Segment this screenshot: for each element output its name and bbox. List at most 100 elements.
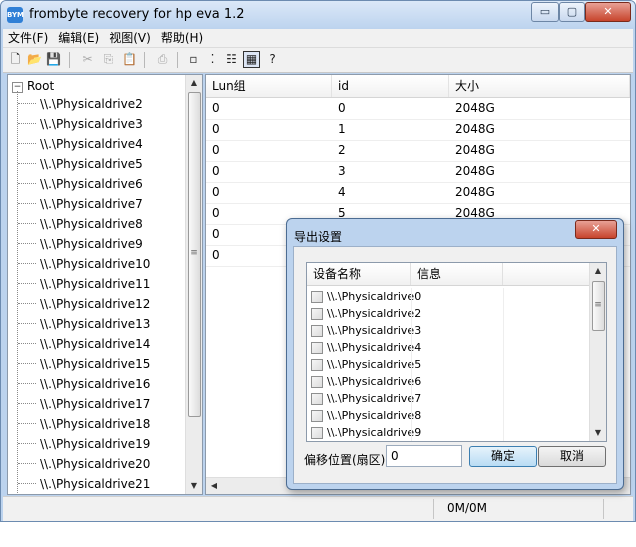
scroll-down-arrow-icon[interactable]: ▼ <box>186 478 202 494</box>
app-icon: BYM <box>7 7 24 23</box>
tree-item[interactable]: \\.\Physicaldrive20 <box>18 455 150 473</box>
menu-view[interactable]: 视图(V) <box>104 29 156 46</box>
list-item[interactable]: \\.\Physicaldrive5 <box>307 356 590 373</box>
large-icons-icon[interactable]: ▫ <box>185 51 202 68</box>
tree-item[interactable]: \\.\Physicaldrive2 <box>18 95 143 113</box>
column-header-device-name[interactable]: 设备名称 <box>307 263 411 285</box>
table-row[interactable]: 0 4 2048G <box>206 182 630 204</box>
tree-item[interactable]: \\.\Physicaldrive13 <box>18 315 150 333</box>
ok-button[interactable]: 确定 <box>469 446 537 467</box>
device-checkbox[interactable] <box>311 291 323 303</box>
list-item[interactable]: \\.\Physicaldrive0 <box>307 288 590 305</box>
offset-input[interactable] <box>386 445 462 467</box>
scroll-down-arrow-icon[interactable]: ▼ <box>590 425 606 441</box>
tree-item[interactable]: \\.\Physicaldrive10 <box>18 255 150 273</box>
new-file-icon[interactable]: 🗋 <box>7 51 24 68</box>
dialog-close-button[interactable]: ✕ <box>575 220 617 239</box>
tree-item[interactable]: \\.\Physicaldrive17 <box>18 395 150 413</box>
device-checkbox[interactable] <box>311 427 323 439</box>
cut-icon[interactable]: ✂ <box>79 51 96 68</box>
device-checkbox[interactable] <box>311 376 323 388</box>
list-item[interactable]: \\.\Physicaldrive6 <box>307 373 590 390</box>
column-header-id[interactable]: id <box>332 75 449 97</box>
toolbar-separator <box>144 52 145 68</box>
tree-item[interactable]: \\.\Physicaldrive11 <box>18 275 150 293</box>
cancel-button[interactable]: 取消 <box>538 446 606 467</box>
tree-item[interactable]: \\.\Physicaldrive16 <box>18 375 150 393</box>
list-item[interactable]: \\.\Physicaldrive7 <box>307 390 590 407</box>
tree-item[interactable]: \\.\Physicaldrive9 <box>18 235 143 253</box>
tree-item[interactable]: \\.\Physicaldrive12 <box>18 295 150 313</box>
tree-item[interactable]: \\.\Physicaldrive3 <box>18 115 143 133</box>
tree-branch-line <box>18 223 36 224</box>
tree-item[interactable]: \\.\Physicaldrive21 <box>18 475 150 493</box>
details-view-icon[interactable]: ▦ <box>243 51 260 68</box>
device-tree[interactable]: − Root \\.\Physicaldrive2 \\.\Physicaldriv… <box>7 74 203 495</box>
close-button[interactable]: ✕ <box>585 2 631 22</box>
device-checkbox[interactable] <box>311 308 323 320</box>
device-checkbox[interactable] <box>311 393 323 405</box>
list-item[interactable]: \\.\Physicaldrive3 <box>307 322 590 339</box>
open-folder-icon[interactable]: 📂 <box>26 51 43 68</box>
tree-item[interactable]: \\.\Physicaldrive8 <box>18 215 143 233</box>
device-checklist[interactable]: 设备名称 信息 \\.\Physicaldrive0 \\.\Physicaldr… <box>306 262 607 442</box>
menu-edit[interactable]: 编辑(E) <box>53 29 104 46</box>
table-row[interactable]: 0 0 2048G <box>206 98 630 120</box>
device-checkbox[interactable] <box>311 342 323 354</box>
scroll-up-arrow-icon[interactable]: ▲ <box>186 75 202 91</box>
tree-vertical-scrollbar[interactable]: ▲ ≡ ▼ <box>185 75 202 494</box>
print-icon[interactable]: ⎙ <box>154 51 171 68</box>
tree-item-label: \\.\Physicaldrive21 <box>40 477 151 491</box>
column-divider <box>503 339 504 356</box>
table-row[interactable]: 0 2 2048G <box>206 140 630 162</box>
menu-help[interactable]: 帮助(H) <box>156 29 208 46</box>
copy-icon[interactable]: ⎘ <box>100 51 117 68</box>
column-header-size[interactable]: 大小 <box>449 75 630 97</box>
list-item[interactable]: \\.\Physicaldrive2 <box>307 305 590 322</box>
tree-branch-line <box>18 123 36 124</box>
paste-icon[interactable]: 📋 <box>121 51 138 68</box>
column-header-info[interactable]: 信息 <box>411 263 503 285</box>
tree-item[interactable]: \\.\Physicaldrive15 <box>18 355 150 373</box>
checklist-header: 设备名称 信息 <box>307 263 590 286</box>
list-item[interactable]: \\.\Physicaldrive9 <box>307 424 590 441</box>
cell-lun-group: 0 <box>212 122 220 136</box>
tree-branch-line <box>18 143 36 144</box>
scroll-up-arrow-icon[interactable]: ▲ <box>590 263 606 279</box>
tree-item[interactable]: \\.\Physicaldrive19 <box>18 435 150 453</box>
column-divider <box>411 407 412 424</box>
tree-item[interactable]: \\.\Physicaldrive7 <box>18 195 143 213</box>
device-name: \\.\Physicaldrive6 <box>327 375 422 388</box>
tree-branch-line <box>18 183 36 184</box>
help-icon[interactable]: ? <box>264 51 281 68</box>
maximize-button[interactable]: ▢ <box>559 2 585 22</box>
tree-root[interactable]: − Root <box>12 78 54 94</box>
tree-item[interactable]: \\.\Physicaldrive5 <box>18 155 143 173</box>
device-checkbox[interactable] <box>311 359 323 371</box>
save-icon[interactable]: 💾 <box>45 51 62 68</box>
device-checkbox[interactable] <box>311 325 323 337</box>
scroll-left-arrow-icon[interactable]: ◀ <box>206 478 222 494</box>
tree-branch-line <box>18 483 36 484</box>
tree-branch-line <box>18 263 36 264</box>
tree-item[interactable]: \\.\Physicaldrive18 <box>18 415 150 433</box>
tree-item[interactable]: \\.\Physicaldrive6 <box>18 175 143 193</box>
table-row[interactable]: 0 1 2048G <box>206 119 630 141</box>
tree-item[interactable]: \\.\Physicaldrive4 <box>18 135 143 153</box>
device-name: \\.\Physicaldrive2 <box>327 307 422 320</box>
tree-branch-line <box>18 323 36 324</box>
tree-item-label: \\.\Physicaldrive18 <box>40 417 151 431</box>
tree-item-label: \\.\Physicaldrive3 <box>40 117 143 131</box>
menu-file[interactable]: 文件(F) <box>3 29 53 46</box>
title-bar[interactable]: BYM frombyte recovery for hp eva 1.2 ▭ ▢… <box>1 1 635 29</box>
minimize-button[interactable]: ▭ <box>531 2 559 22</box>
list-item[interactable]: \\.\Physicaldrive8 <box>307 407 590 424</box>
list-view-icon[interactable]: ☷ <box>223 51 240 68</box>
list-item[interactable]: \\.\Physicaldrive4 <box>307 339 590 356</box>
small-icons-icon[interactable]: ⁚ <box>204 51 221 68</box>
table-row[interactable]: 0 3 2048G <box>206 161 630 183</box>
tree-item[interactable]: \\.\Physicaldrive14 <box>18 335 150 353</box>
checklist-vertical-scrollbar[interactable]: ▲ ≡ ▼ <box>589 263 606 441</box>
device-checkbox[interactable] <box>311 410 323 422</box>
column-header-lun-group[interactable]: Lun组 <box>206 75 332 97</box>
